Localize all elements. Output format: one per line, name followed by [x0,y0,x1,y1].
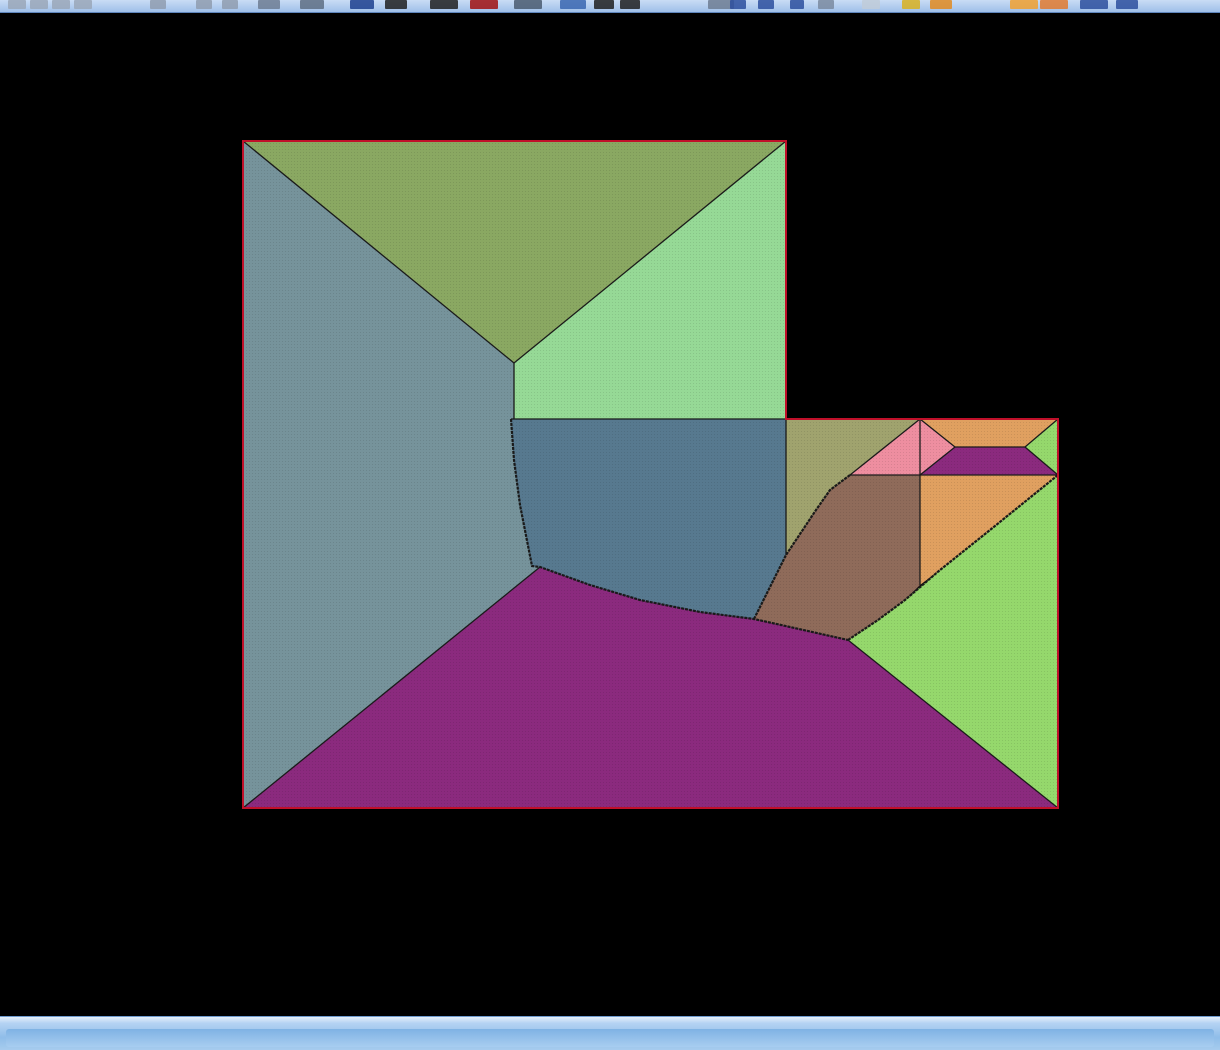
grid-tool-button[interactable] [196,0,212,9]
window-icon [385,0,407,9]
rectangle-icon [300,0,324,9]
arrow-down-icon [620,0,640,9]
table-tool-button[interactable] [1040,0,1068,9]
table-tool-button[interactable] [930,0,952,9]
pencil-tool-button[interactable] [30,0,48,9]
text-icon [560,0,586,9]
flag-tool-button[interactable] [790,0,804,9]
grid-icon [196,0,212,9]
arrow-up-icon [594,0,614,9]
flag-icon [790,0,804,9]
toolbar [0,0,1220,13]
star-tool-button[interactable] [902,0,920,9]
view-icon [1080,0,1108,9]
scissors-icon [222,0,238,9]
layer-icon [350,0,374,9]
magnet-icon [730,0,746,9]
zoom-icon [818,0,834,9]
grid-icon [150,0,166,9]
window-tool-button[interactable] [385,0,407,9]
rectangle-icon [862,0,880,9]
table-icon [1040,0,1068,9]
view-icon [1116,0,1138,9]
pencil-tool-button[interactable] [52,0,70,9]
rectangle-tool-button[interactable] [300,0,324,9]
scissors-tool-button[interactable] [222,0,238,9]
select-tool-button[interactable] [258,0,280,9]
pencil-icon [8,0,26,9]
link-tool-button[interactable] [758,0,774,9]
view-tool-button[interactable] [1080,0,1108,9]
color-swatch-icon [470,0,498,9]
pencil-tool-button[interactable] [74,0,92,9]
arrow-up-tool-button[interactable] [594,0,614,9]
table-icon [930,0,952,9]
line-tool-button[interactable] [514,0,542,9]
pencil-icon [30,0,48,9]
roof-plan-drawing[interactable] [2,13,1218,1016]
window-tool-button[interactable] [430,0,458,9]
magnet-tool-button[interactable] [730,0,746,9]
table-icon [1010,0,1038,9]
layer-tool-button[interactable] [350,0,374,9]
line-icon [514,0,542,9]
grid-tool-button[interactable] [150,0,166,9]
status-bar-panel [6,1029,1214,1047]
zoom-tool-button[interactable] [818,0,834,9]
window-icon [430,0,458,9]
view-tool-button[interactable] [1116,0,1138,9]
rectangle-tool-button[interactable] [862,0,880,9]
text-tool-button[interactable] [560,0,586,9]
table-tool-button[interactable] [1010,0,1038,9]
app-window [0,0,1220,1050]
select-icon [258,0,280,9]
pencil-icon [52,0,70,9]
arrow-down-tool-button[interactable] [620,0,640,9]
star-icon [902,0,920,9]
drawing-canvas[interactable] [2,13,1218,1016]
pencil-tool-button[interactable] [8,0,26,9]
color-swatch-tool-button[interactable] [470,0,498,9]
pencil-icon [74,0,92,9]
link-icon [758,0,774,9]
status-bar [0,1016,1220,1050]
